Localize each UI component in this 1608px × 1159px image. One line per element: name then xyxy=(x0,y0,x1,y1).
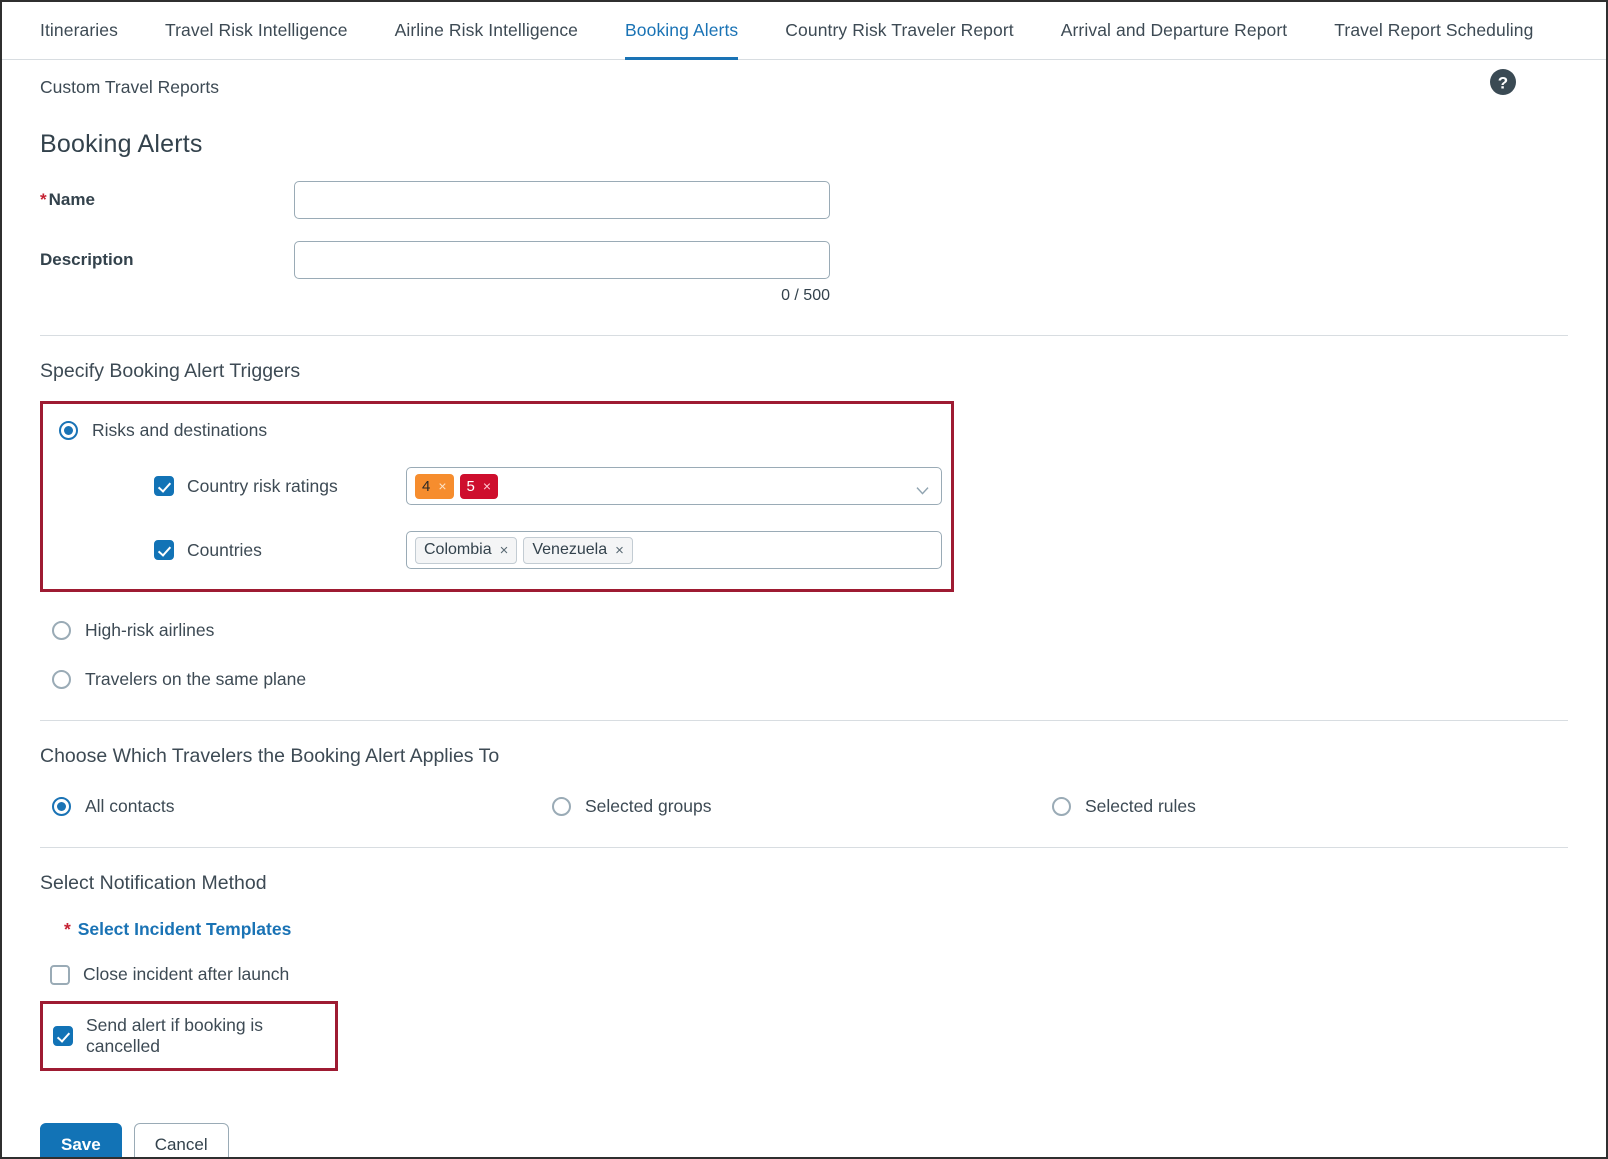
chip-country-colombia-remove-icon[interactable]: × xyxy=(500,543,509,558)
description-char-count: 0 / 500 xyxy=(781,287,830,304)
name-label: * Name xyxy=(40,190,294,210)
label-countries: Countries xyxy=(187,539,262,560)
divider-1 xyxy=(40,335,1568,336)
radio-label-all-contacts: All contacts xyxy=(85,796,175,816)
label-send-alert-if-booking-cancelled: Send alert if booking is cancelled xyxy=(86,1015,264,1056)
chevron-down-icon[interactable] xyxy=(916,482,929,495)
name-field-row: * Name xyxy=(40,181,1568,219)
name-label-text: Name xyxy=(48,190,95,209)
select-incident-templates-label: Select Incident Templates xyxy=(77,919,292,939)
divider-2 xyxy=(40,720,1568,721)
country-risk-ratings-multiselect[interactable]: 4 × 5 × xyxy=(406,467,942,505)
radio-travelers-on-same-plane[interactable]: Travelers on the same plane xyxy=(40,669,1568,690)
radio-label-high-risk-airlines: High-risk airlines xyxy=(85,620,215,640)
radio-icon-unselected[interactable] xyxy=(1052,797,1071,816)
radio-label-selected-rules: Selected rules xyxy=(1085,796,1196,816)
description-label: Description xyxy=(40,250,134,269)
label-country-risk-ratings: Country risk ratings xyxy=(187,475,338,496)
notification-section-title: Select Notification Method xyxy=(40,872,267,894)
main-tab-bar: Itineraries Travel Risk Intelligence Air… xyxy=(2,2,1606,60)
booking-alerts-page: Itineraries Travel Risk Intelligence Air… xyxy=(0,0,1608,1159)
travelers-options-row: All contacts Selected groups Selected ru… xyxy=(40,796,1568,817)
triggers-section-title: Specify Booking Alert Triggers xyxy=(40,360,301,382)
country-risk-ratings-row: Country risk ratings 4 × 5 × xyxy=(59,467,951,505)
select-incident-templates-link[interactable]: * Select Incident Templates xyxy=(64,919,1568,940)
required-asterisk: * xyxy=(40,190,47,209)
radio-icon-selected[interactable] xyxy=(52,797,71,816)
svg-text:?: ? xyxy=(1498,74,1508,93)
checkbox-send-alert-if-booking-cancelled[interactable] xyxy=(53,1026,73,1046)
checkbox-close-incident-after-launch[interactable] xyxy=(50,964,70,985)
tab-airline-risk-intelligence[interactable]: Airline Risk Intelligence xyxy=(395,2,578,60)
radio-selected-groups[interactable]: Selected groups xyxy=(552,796,1052,817)
countries-row: Countries Colombia × Venezuela × xyxy=(59,531,951,569)
required-asterisk: * xyxy=(64,919,71,939)
radio-risks-and-destinations[interactable]: Risks and destinations xyxy=(59,420,951,441)
description-field-row: Description xyxy=(40,241,1568,279)
checkbox-country-risk-ratings[interactable] xyxy=(154,476,174,496)
chip-country-colombia[interactable]: Colombia × xyxy=(415,536,518,564)
chip-rating-4-label: 4 xyxy=(422,477,431,495)
radio-all-contacts[interactable]: All contacts xyxy=(52,796,552,817)
label-close-incident-after-launch: Close incident after launch xyxy=(83,964,290,984)
custom-travel-reports-link[interactable]: Custom Travel Reports xyxy=(40,77,219,98)
sub-header: Custom Travel Reports ? xyxy=(2,60,1606,114)
radio-selected-rules[interactable]: Selected rules xyxy=(1052,796,1552,817)
chip-rating-4[interactable]: 4 × xyxy=(415,473,454,499)
tab-country-risk-traveler-report[interactable]: Country Risk Traveler Report xyxy=(785,2,1013,60)
help-circle-icon[interactable]: ? xyxy=(1489,68,1517,96)
radio-label-selected-groups: Selected groups xyxy=(585,796,712,816)
chip-country-colombia-label: Colombia xyxy=(424,541,492,558)
radio-icon-unselected[interactable] xyxy=(52,670,71,689)
save-button[interactable]: Save xyxy=(40,1123,122,1157)
tab-arrival-and-departure-report[interactable]: Arrival and Departure Report xyxy=(1061,2,1288,60)
tab-itineraries[interactable]: Itineraries xyxy=(40,2,118,60)
radio-label-travelers-on-same-plane: Travelers on the same plane xyxy=(85,669,307,689)
radio-icon-unselected[interactable] xyxy=(52,621,71,640)
action-button-row: Save Cancel xyxy=(40,1123,1568,1157)
travelers-section-title: Choose Which Travelers the Booking Alert… xyxy=(40,745,500,767)
chip-rating-4-remove-icon[interactable]: × xyxy=(438,479,446,493)
checkbox-countries[interactable] xyxy=(154,540,174,560)
description-input[interactable] xyxy=(294,241,830,279)
checkbox-row-close-incident-after-launch[interactable]: Close incident after launch xyxy=(40,964,1568,985)
triggers-highlight-box: Risks and destinations Country risk rati… xyxy=(40,401,954,592)
cancel-button[interactable]: Cancel xyxy=(133,1123,229,1157)
radio-label-risks-and-destinations: Risks and destinations xyxy=(92,420,268,440)
name-input[interactable] xyxy=(294,181,830,219)
radio-high-risk-airlines[interactable]: High-risk airlines xyxy=(40,620,1568,641)
chip-rating-5-remove-icon[interactable]: × xyxy=(483,479,491,493)
radio-icon-selected[interactable] xyxy=(59,421,78,440)
tab-travel-report-scheduling[interactable]: Travel Report Scheduling xyxy=(1334,2,1533,60)
chip-country-venezuela-label: Venezuela xyxy=(532,541,608,558)
chip-rating-5-label: 5 xyxy=(466,477,475,495)
page-title: Booking Alerts xyxy=(40,130,203,158)
chip-country-venezuela[interactable]: Venezuela × xyxy=(523,536,633,564)
radio-icon-unselected[interactable] xyxy=(552,797,571,816)
countries-multiselect[interactable]: Colombia × Venezuela × xyxy=(406,531,942,569)
chip-rating-5[interactable]: 5 × xyxy=(459,473,499,499)
send-alert-cancelled-highlight-box: Send alert if booking is cancelled xyxy=(40,1001,338,1071)
checkbox-row-send-alert-if-booking-cancelled[interactable]: Send alert if booking is cancelled xyxy=(53,1015,335,1057)
chip-country-venezuela-remove-icon[interactable]: × xyxy=(615,543,624,558)
tab-travel-risk-intelligence[interactable]: Travel Risk Intelligence xyxy=(165,2,348,60)
tab-booking-alerts[interactable]: Booking Alerts xyxy=(625,2,739,60)
divider-3 xyxy=(40,847,1568,848)
